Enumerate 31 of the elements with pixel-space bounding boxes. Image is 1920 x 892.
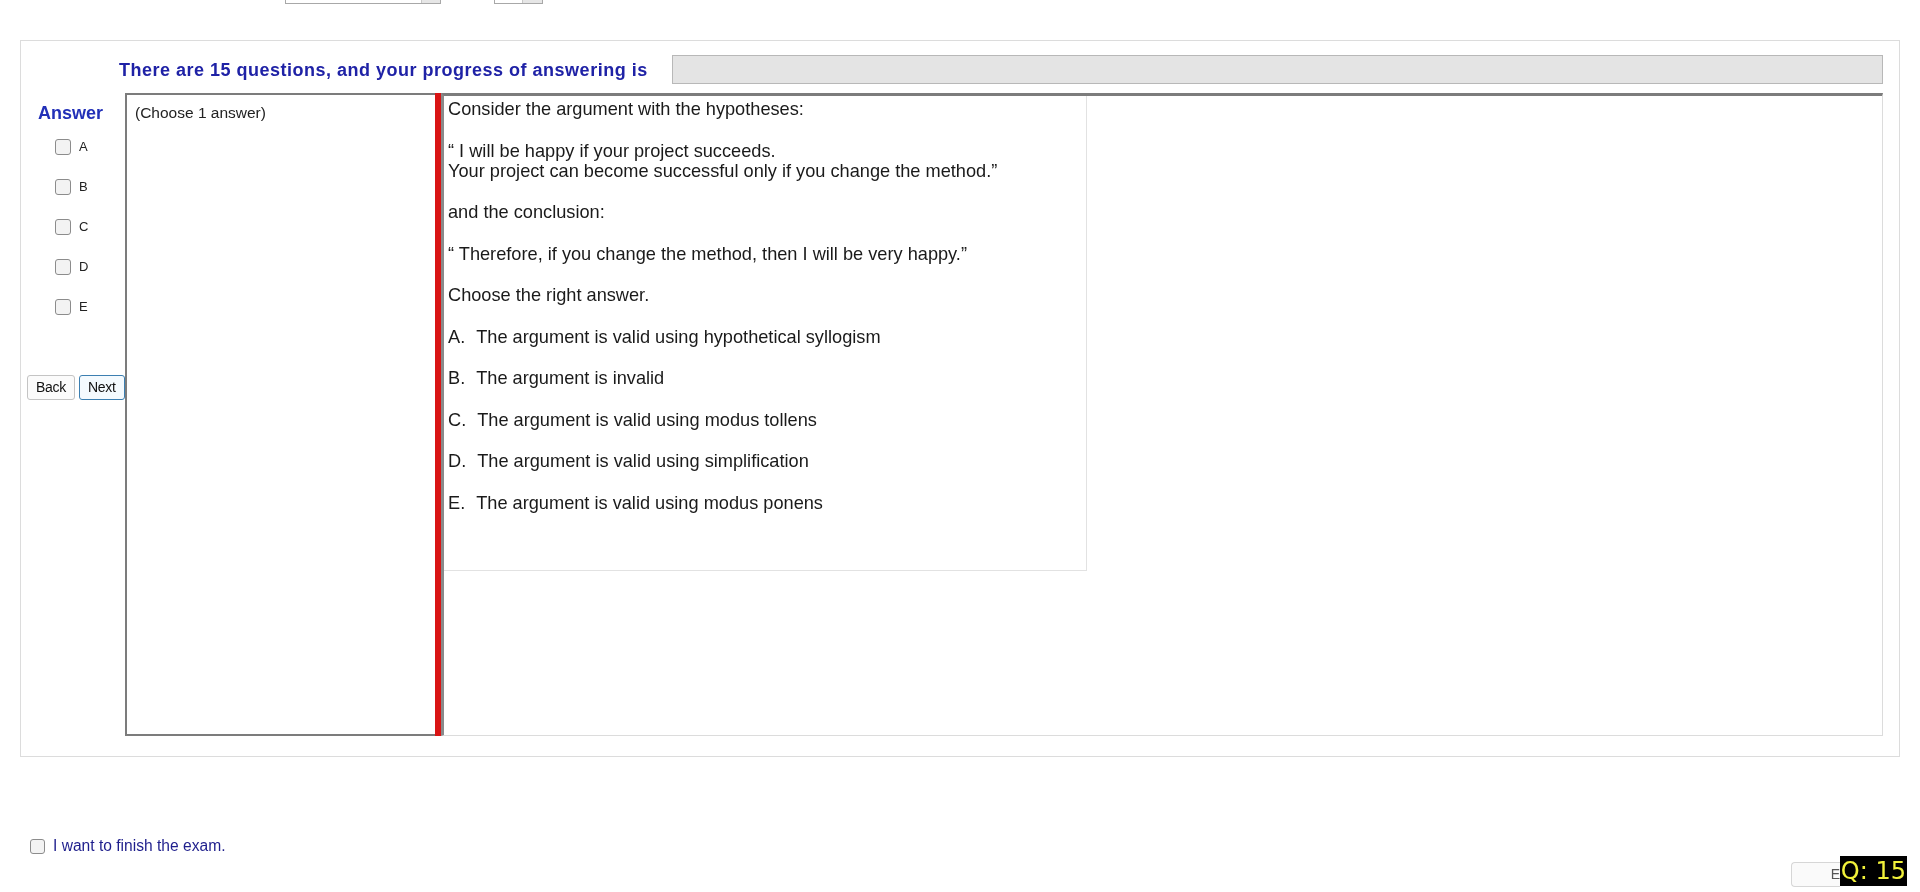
question-text: Choose the right answer. xyxy=(448,285,651,305)
answer-choice: D. The argument is valid using simplification xyxy=(448,451,810,471)
option-letter: D xyxy=(79,258,89,277)
answer-choice: C. The argument is valid using modus tollens xyxy=(448,409,818,430)
progress-label: There are 15 questions, and your progress of answering is xyxy=(119,59,649,80)
answer-choice: E. The argument is valid using modus ponens xyxy=(448,492,824,513)
question-text: Consider the argument with the hypotheses: xyxy=(448,99,805,119)
question-number-badge: Q: 15 xyxy=(1839,856,1907,886)
checkbox[interactable] xyxy=(55,139,71,155)
next-button[interactable]: Next xyxy=(78,375,125,400)
checkbox[interactable] xyxy=(55,179,71,195)
answer-instruction: (Choose 1 answer) xyxy=(135,104,266,121)
checkbox[interactable] xyxy=(55,219,71,235)
finish-checkbox[interactable] xyxy=(30,838,45,854)
exit-button[interactable]: E xyxy=(1790,862,1840,887)
option-letter: C xyxy=(79,218,89,237)
answer-choice: B. The argument is invalid xyxy=(448,368,666,388)
dropdown-field[interactable] xyxy=(285,0,441,4)
question-text: “ I will be happy if your project succeeds. Your project can become successful only if you change the method.” xyxy=(448,140,999,181)
answer-heading: Answer xyxy=(37,103,105,123)
question-text: and the conclusion: xyxy=(448,202,606,222)
finish-label: I want to finish the exam. xyxy=(53,837,226,855)
answer-choice: A. The argument is valid using hypothetical syllogism xyxy=(448,326,882,347)
option-letter: B xyxy=(79,178,88,197)
option-letter: E xyxy=(79,298,88,317)
dropdown-field[interactable] xyxy=(494,0,543,4)
question-text: “ Therefore, if you change the method, then I will be very happy.” xyxy=(448,243,968,264)
checkbox[interactable] xyxy=(55,299,71,315)
back-button[interactable]: Back xyxy=(27,375,75,400)
option-letter: A xyxy=(79,138,88,157)
checkbox[interactable] xyxy=(55,259,71,275)
